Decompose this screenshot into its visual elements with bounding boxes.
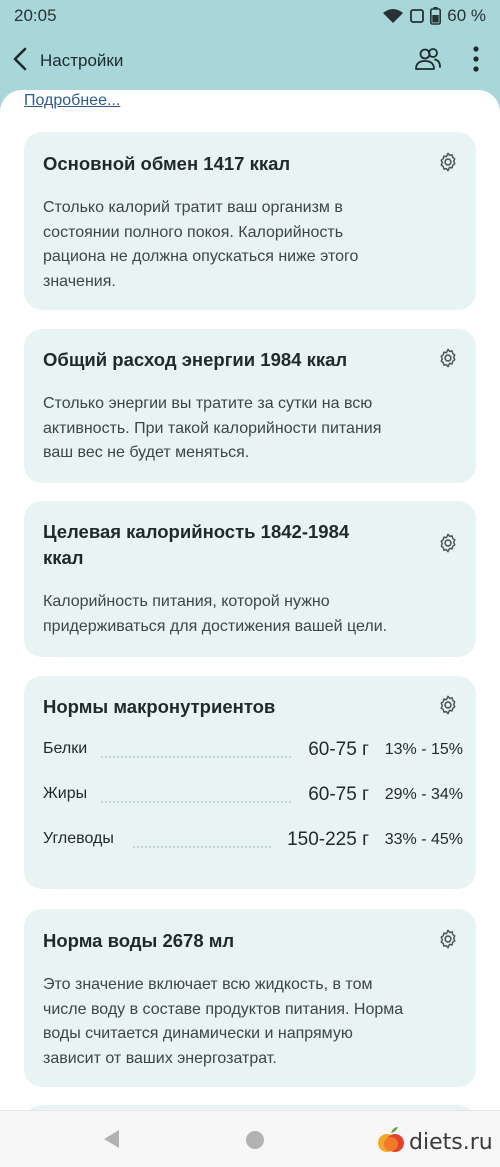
macro-grams: 60-75 г bbox=[308, 784, 369, 805]
macro-name: Жиры bbox=[43, 785, 88, 802]
back-button[interactable] bbox=[6, 46, 34, 76]
status-time: 20:05 bbox=[14, 6, 57, 25]
target-title: Целевая калорийность 1842-1984 ккал bbox=[43, 521, 350, 568]
target-settings-button[interactable] bbox=[435, 532, 461, 558]
macro-grams: 150-225 г bbox=[287, 829, 369, 850]
water-description: Это значение включает всю жидкость, в то… bbox=[43, 976, 404, 1067]
chevron-left-icon bbox=[12, 47, 28, 76]
target-description: Калорийность питания, которой нужно прид… bbox=[43, 593, 388, 635]
battery-icon bbox=[430, 7, 442, 25]
system-nav-bar: diets.ru bbox=[0, 1110, 500, 1167]
wifi-icon bbox=[382, 8, 404, 24]
macro-percent: 13% - 15% bbox=[384, 741, 463, 758]
gear-icon bbox=[437, 694, 459, 721]
macros-card: Нормы макронутриентов Белки 60-75 г 13% … bbox=[24, 676, 476, 889]
dotted-leader bbox=[133, 846, 271, 848]
status-indicators: 60 % bbox=[382, 6, 486, 26]
bmr-settings-button[interactable] bbox=[435, 151, 461, 177]
macro-grams: 60-75 г bbox=[308, 739, 369, 760]
macros-title: Нормы макронутриентов bbox=[43, 696, 276, 717]
macros-settings-button[interactable] bbox=[435, 694, 461, 720]
macro-name: Белки bbox=[43, 740, 88, 757]
watermark-text: diets.ru bbox=[409, 1130, 493, 1155]
tdee-settings-button[interactable] bbox=[435, 347, 461, 373]
macro-row-fat: Жиры 60-75 г 29% - 34% bbox=[43, 781, 463, 811]
water-card: Норма воды 2678 мл Это значение включает… bbox=[24, 909, 476, 1087]
target-card: Целевая калорийность 1842-1984 ккал Кало… bbox=[24, 501, 476, 657]
tdee-description: Столько энергии вы тратите за сутки на в… bbox=[43, 395, 382, 461]
water-title: Норма воды 2678 мл bbox=[43, 930, 235, 951]
macro-percent: 29% - 34% bbox=[384, 786, 463, 803]
gear-icon bbox=[437, 151, 459, 178]
people-button[interactable] bbox=[412, 46, 444, 76]
dotted-leader bbox=[101, 801, 291, 803]
notification-icon bbox=[410, 9, 425, 23]
more-options-button[interactable] bbox=[464, 44, 488, 78]
bmr-description: Столько калорий тратит ваш организм в со… bbox=[43, 199, 359, 290]
tdee-card: Общий расход энергии 1984 ккал Столько э… bbox=[24, 329, 476, 483]
circle-home-icon[interactable] bbox=[246, 1131, 264, 1149]
bmr-title: Основной обмен 1417 ккал bbox=[43, 153, 291, 174]
settings-content[interactable]: Подробнее... Основной обмен 1417 ккал Ст… bbox=[0, 90, 500, 1110]
tdee-title: Общий расход энергии 1984 ккал bbox=[43, 349, 348, 370]
water-settings-button[interactable] bbox=[435, 928, 461, 954]
status-bar: 20:05 60 % bbox=[0, 0, 500, 32]
app-bar: Настройки bbox=[0, 32, 500, 92]
macro-name: Углеводы bbox=[43, 830, 114, 847]
more-vert-icon bbox=[473, 45, 479, 77]
watermark: diets.ru bbox=[376, 1125, 493, 1160]
apple-logo-icon bbox=[376, 1125, 406, 1160]
macro-row-protein: Белки 60-75 г 13% - 15% bbox=[43, 736, 463, 766]
more-info-link[interactable]: Подробнее... bbox=[24, 92, 120, 110]
dotted-leader bbox=[101, 756, 291, 758]
macro-row-carbs: Углеводы 150-225 г 33% - 45% bbox=[43, 826, 463, 856]
battery-percent: 60 % bbox=[447, 6, 486, 25]
page-title: Настройки bbox=[40, 51, 124, 70]
triangle-back-icon[interactable] bbox=[102, 1129, 120, 1154]
gear-icon bbox=[437, 532, 459, 559]
gear-icon bbox=[437, 347, 459, 374]
gear-icon bbox=[437, 928, 459, 955]
bmr-card: Основной обмен 1417 ккал Столько калорий… bbox=[24, 132, 476, 310]
macro-percent: 33% - 45% bbox=[384, 831, 463, 848]
people-icon bbox=[414, 46, 442, 77]
